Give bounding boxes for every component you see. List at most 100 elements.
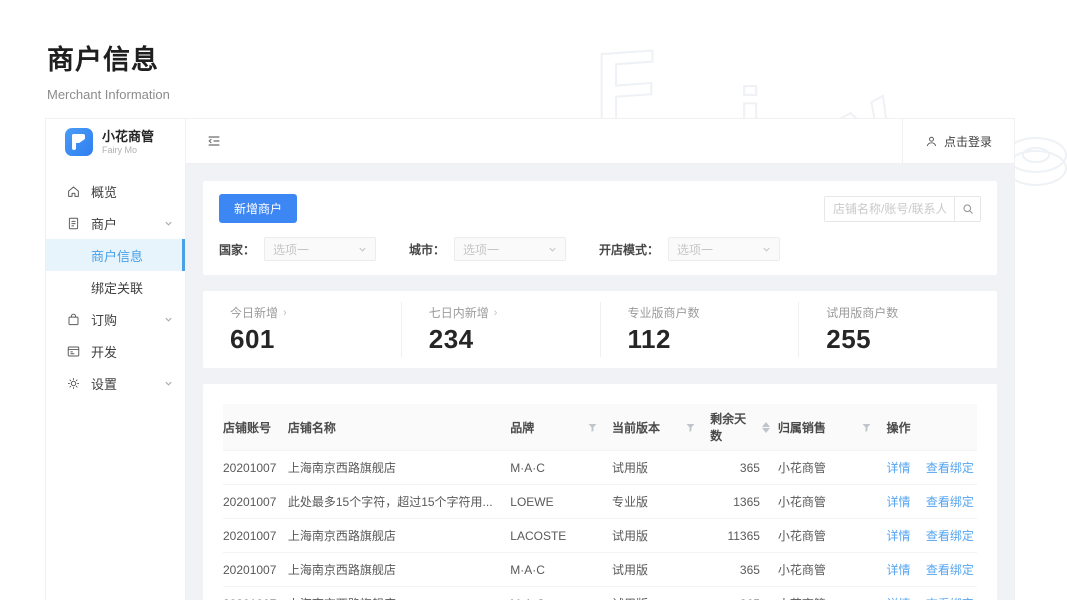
sidebar-collapse-button[interactable]	[186, 119, 242, 163]
detail-link[interactable]: 详情	[886, 529, 910, 543]
view-binding-link[interactable]: 查看绑定	[926, 461, 974, 475]
sidebar-item-label: 开发	[91, 344, 118, 360]
stat-value: 601	[230, 324, 275, 354]
login-button[interactable]: 点击登录	[901, 119, 1014, 163]
brand-name: 小花商管	[102, 128, 155, 144]
sidebar-item[interactable]: 开发	[46, 335, 185, 367]
gear-icon	[66, 376, 81, 391]
filter-label: 国家：	[219, 242, 256, 257]
filter-funnel-icon[interactable]	[861, 422, 872, 433]
sidebar-item[interactable]: 设置	[46, 367, 185, 399]
chevron-down-icon	[165, 221, 172, 226]
view-binding-link[interactable]: 查看绑定	[926, 495, 974, 509]
filter-label: 开店模式：	[599, 242, 660, 257]
sidebar-item-label: 订购	[91, 312, 118, 328]
stat-label: 专业版商户数	[627, 306, 700, 320]
view-binding-link[interactable]: 查看绑定	[926, 563, 974, 577]
sidebar-item[interactable]: 商户	[46, 207, 185, 239]
page-title: 商户信息	[47, 45, 159, 75]
table-row: 20201007 上海南京西路旗舰店 M·A·C 试用版 365 小花商管 详情…	[223, 586, 977, 600]
chevron-down-icon	[165, 381, 172, 386]
document-icon	[66, 216, 81, 231]
brand-logo-icon	[65, 128, 93, 156]
filter-card: 新增商户 国家： 选项一	[203, 181, 997, 275]
menu-fold-icon	[208, 136, 220, 146]
filter-select[interactable]: 选项一	[454, 237, 567, 261]
cell-actions: 详情 查看绑定	[886, 450, 977, 485]
stat-value: 255	[826, 324, 872, 354]
select-value: 选项一	[463, 242, 500, 257]
detail-link[interactable]: 详情	[886, 495, 910, 509]
cell-days: 365	[710, 450, 778, 485]
sidebar-item-label: 商户	[91, 216, 118, 232]
sidebar-item[interactable]: 绑定关联	[46, 271, 185, 303]
cell-account: 20201007	[223, 586, 288, 600]
table-row: 20201007 上海南京西路旗舰店 M·A·C 试用版 365 小花商管 详情…	[223, 552, 977, 587]
sidebar-item-label: 绑定关联	[91, 280, 144, 296]
table-header-row: 店铺账号 店铺名称 品牌 当前版本 剩余天数 归属销售 操作	[223, 404, 977, 451]
merchant-table: 店铺账号 店铺名称 品牌 当前版本 剩余天数 归属销售 操作 20201007 …	[223, 404, 977, 600]
filter-funnel-icon[interactable]	[685, 422, 696, 433]
search-input[interactable]	[825, 196, 954, 221]
cell-sales: 小花商管	[777, 552, 887, 587]
filter-select[interactable]: 选项一	[668, 237, 781, 261]
stat-item[interactable]: 试用版商户数 255	[798, 302, 997, 357]
cell-version: 试用版	[612, 586, 711, 600]
table-body: 20201007 上海南京西路旗舰店 M·A·C 试用版 365 小花商管 详情…	[223, 450, 977, 600]
cell-version: 试用版	[612, 552, 711, 587]
chevron-down-icon	[549, 247, 556, 252]
stats-card: 今日新增 › 601 七日内新增 › 234 专业版商户数 112 试用版商户数…	[203, 291, 997, 368]
sort-icon[interactable]	[761, 421, 770, 433]
topbar: 点击登录	[186, 119, 1014, 164]
select-value: 选项一	[677, 242, 714, 257]
cell-actions: 详情 查看绑定	[886, 586, 977, 600]
chevron-right-icon: ›	[283, 306, 287, 319]
add-merchant-button[interactable]: 新增商户	[219, 194, 298, 223]
stat-item[interactable]: 今日新增 › 601	[203, 302, 401, 357]
stat-item[interactable]: 专业版商户数 112	[599, 302, 799, 357]
search-button[interactable]	[954, 196, 980, 221]
sidebar-item[interactable]: 订购	[46, 303, 185, 335]
login-label: 点击登录	[943, 134, 992, 149]
sidebar-item[interactable]: 商户信息	[46, 239, 185, 271]
cell-version: 试用版	[612, 450, 711, 485]
cell-account: 20201007	[223, 518, 288, 553]
cell-actions: 详情 查看绑定	[886, 518, 977, 553]
filter-field: 开店模式： 选项一	[599, 237, 781, 261]
cell-days: 1365	[710, 484, 778, 519]
stat-label: 试用版商户数	[826, 306, 899, 320]
filter-select[interactable]: 选项一	[264, 237, 377, 261]
app-window: 小花商管 Fairy Mo 概览 商户 商户信息 绑定关联 订购 开发 设置 点…	[45, 118, 1015, 600]
user-icon	[926, 136, 937, 146]
chevron-down-icon	[165, 317, 172, 322]
cell-account: 20201007	[223, 552, 288, 587]
cell-brand: M·A·C	[510, 552, 613, 587]
chevron-right-icon: ›	[493, 306, 498, 319]
code-window-icon	[66, 344, 81, 359]
brand-logo[interactable]: 小花商管 Fairy Mo	[46, 119, 185, 165]
detail-link[interactable]: 详情	[886, 461, 910, 475]
cell-days: 11365	[710, 518, 778, 553]
cell-account: 20201007	[223, 484, 288, 519]
col-name: 店铺名称	[287, 420, 336, 435]
col-version: 当前版本	[612, 404, 710, 451]
page-heading: 商户信息 Merchant Information	[47, 38, 170, 102]
filter-funnel-icon[interactable]	[587, 422, 598, 433]
home-icon	[66, 184, 81, 199]
table-row: 20201007 上海南京西路旗舰店 M·A·C 试用版 365 小花商管 详情…	[223, 450, 977, 485]
cell-brand: M·A·C	[510, 586, 613, 600]
detail-link[interactable]: 详情	[886, 563, 910, 577]
sidebar-item[interactable]: 概览	[46, 175, 185, 207]
cell-days: 365	[710, 586, 778, 600]
stat-label: 七日内新增	[428, 306, 489, 320]
cell-days: 365	[710, 552, 778, 587]
cell-shop-name: 此处最多15个字符，超过15个字符用...	[287, 484, 511, 519]
view-binding-link[interactable]: 查看绑定	[926, 529, 974, 543]
cell-version: 专业版	[612, 484, 711, 519]
cell-account: 20201007	[223, 450, 288, 485]
cell-brand: M·A·C	[510, 450, 613, 485]
stat-item[interactable]: 七日内新增 › 234	[400, 302, 600, 357]
col-brand: 品牌	[510, 404, 612, 451]
cell-shop-name: 上海南京西路旗舰店	[287, 450, 511, 485]
filter-field: 城市： 选项一	[409, 237, 567, 261]
